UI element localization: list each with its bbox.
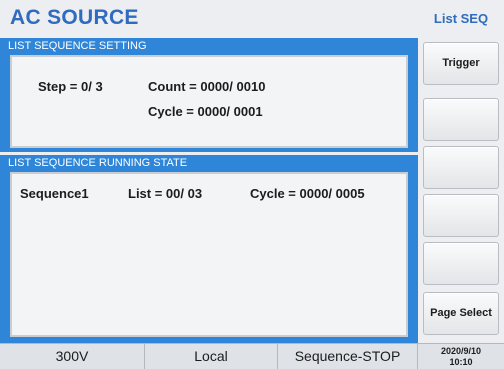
sequence-state: Sequence-STOP: [278, 344, 418, 369]
running-cycle-value: Cycle = 0000/ 0005: [250, 186, 365, 201]
control-mode: Local: [145, 344, 278, 369]
page-select-button[interactable]: Page Select: [423, 292, 499, 335]
header: AC SOURCE: [0, 0, 418, 38]
setting-panel: Step = 0/ 3 Count = 0000/ 0010 Cycle = 0…: [0, 55, 418, 152]
main-area: AC SOURCE LIST SEQUENCE SETTING Step = 0…: [0, 0, 418, 343]
softkey-3-button[interactable]: [423, 146, 499, 189]
softkey-5-button[interactable]: [423, 242, 499, 285]
voltage-range: 300V: [0, 344, 145, 369]
app-title: AC SOURCE: [10, 6, 139, 29]
running-panel-body: Sequence1 List = 00/ 03 Cycle = 0000/ 00…: [10, 172, 408, 337]
running-section-title: LIST SEQUENCE RUNNING STATE: [0, 155, 418, 172]
softkey-sidebar: List SEQ Trigger Page Select: [418, 0, 504, 343]
clock: 2020/9/10 10:10: [418, 346, 504, 368]
list-value: List = 00/ 03: [128, 186, 203, 201]
setting-section-title: LIST SEQUENCE SETTING: [0, 38, 418, 55]
setting-cycle-value: Cycle = 0000/ 0001: [148, 104, 263, 119]
status-bar: 300V Local Sequence-STOP 2020/9/10 10:10: [0, 343, 504, 369]
sidebar-title: List SEQ: [433, 11, 489, 26]
setting-panel-body: Step = 0/ 3 Count = 0000/ 0010 Cycle = 0…: [10, 55, 408, 148]
clock-date: 2020/9/10: [440, 346, 482, 356]
sequence-name: Sequence1: [20, 186, 89, 201]
softkey-4-button[interactable]: [423, 194, 499, 237]
running-panel: Sequence1 List = 00/ 03 Cycle = 0000/ 00…: [0, 172, 418, 343]
trigger-button[interactable]: Trigger: [423, 42, 499, 85]
softkey-2-button[interactable]: [423, 98, 499, 141]
count-value: Count = 0000/ 0010: [148, 79, 266, 94]
clock-time: 10:10: [449, 357, 473, 367]
step-value: Step = 0/ 3: [38, 79, 103, 94]
